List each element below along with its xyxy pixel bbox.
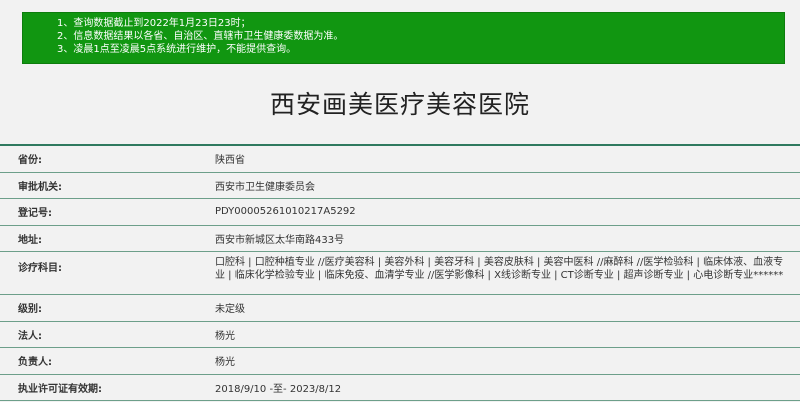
row-level: 级别: 未定级 bbox=[0, 295, 800, 322]
row-value: 未定级 bbox=[215, 304, 245, 316]
info-table: 省份: 陕西省 审批机关: 西安市卫生健康委员会 登记号: PDY0000526… bbox=[0, 144, 800, 401]
row-label: 审批机关: bbox=[18, 181, 62, 193]
row-value: PDY00005261010217A5292 bbox=[215, 206, 356, 218]
hospital-name-title: 西安画美医疗美容医院 bbox=[269, 90, 530, 119]
row-address: 地址: 西安市新城区太华南路433号 bbox=[0, 226, 800, 252]
row-value: 杨光 bbox=[215, 330, 235, 342]
row-person-in-charge: 负责人: 杨光 bbox=[0, 348, 800, 375]
row-value: 杨光 bbox=[215, 357, 235, 369]
row-license-validity: 执业许可证有效期: 2018/9/10 -至- 2023/8/12 bbox=[0, 375, 800, 401]
row-label: 级别: bbox=[18, 304, 42, 316]
row-label: 地址: bbox=[18, 234, 42, 246]
row-approval-authority: 审批机关: 西安市卫生健康委员会 bbox=[0, 173, 800, 199]
row-value: 西安市卫生健康委员会 bbox=[215, 181, 315, 193]
row-registration-number: 登记号: PDY00005261010217A5292 bbox=[0, 199, 800, 226]
row-label: 登记号: bbox=[18, 208, 52, 220]
row-value: 西安市新城区太华南路433号 bbox=[215, 234, 345, 246]
notice-line: 3、凌晨1点至凌晨5点系统进行维护，不能提供查询。 bbox=[57, 44, 297, 55]
notice-banner: 1、查询数据截止到2022年1月23日23时； 2、信息数据结果以各省、自治区、… bbox=[22, 12, 785, 64]
row-label: 诊疗科目: bbox=[18, 263, 62, 274]
row-label: 省份: bbox=[18, 155, 42, 167]
row-label: 执业许可证有效期: bbox=[18, 383, 102, 395]
row-value: 2018/9/10 -至- 2023/8/12 bbox=[215, 383, 342, 395]
row-legal-person: 法人: 杨光 bbox=[0, 322, 800, 348]
row-value: 口腔科 | 口腔种植专业 //医疗美容科 | 美容外科 | 美容牙科 | 美容皮… bbox=[215, 257, 784, 281]
row-label: 负责人: bbox=[18, 357, 52, 369]
row-value: 陕西省 bbox=[215, 155, 245, 167]
notice-line: 1、查询数据截止到2022年1月23日23时； bbox=[57, 18, 251, 29]
row-province: 省份: 陕西省 bbox=[0, 146, 800, 173]
row-label: 法人: bbox=[18, 330, 42, 342]
notice-line: 2、信息数据结果以各省、自治区、直辖市卫生健康委数据为准。 bbox=[57, 31, 344, 42]
row-departments: 诊疗科目: 口腔科 | 口腔种植专业 //医疗美容科 | 美容外科 | 美容牙科… bbox=[0, 252, 800, 295]
